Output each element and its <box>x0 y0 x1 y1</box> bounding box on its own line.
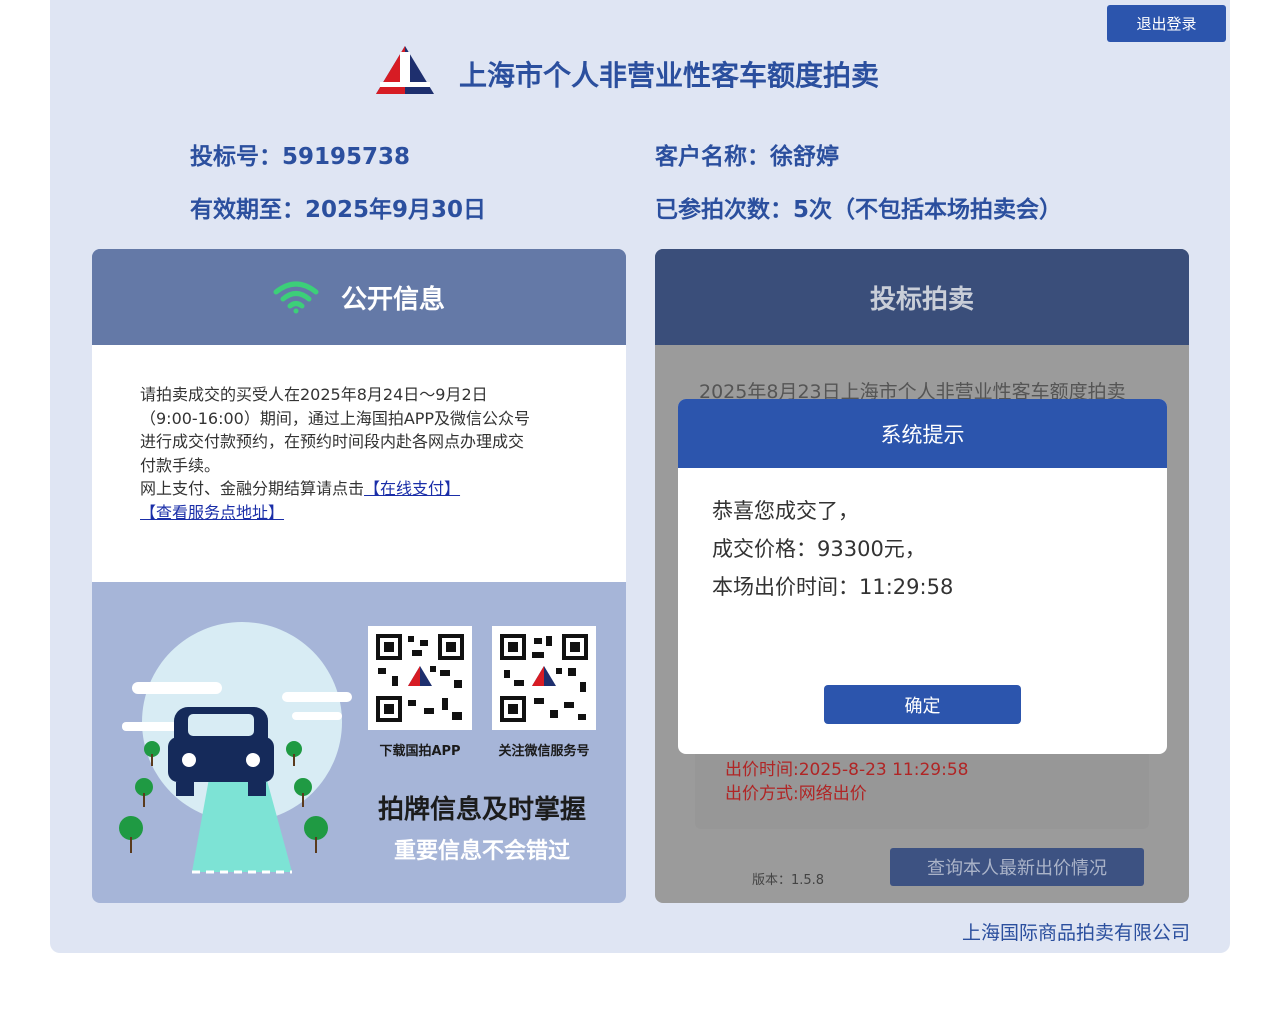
wifi-icon <box>273 281 319 314</box>
query-latest-bid-button[interactable]: 查询本人最新出价情况 <box>890 848 1144 886</box>
valid-until: 有效期至：2025年9月30日 <box>190 197 487 223</box>
system-prompt-dialog: 系统提示 恭喜您成交了， 成交价格：93300元， 本场出价时间：11:29:5… <box>678 399 1167 754</box>
notice-line: （9:00-16:00）期间，通过上海国拍APP及微信公众号 <box>140 408 531 428</box>
notice-line: 请拍卖成交的买受人在2025年8月24日～9月2日 <box>140 385 488 404</box>
bid-number: 投标号：59195738 <box>190 144 411 170</box>
payment-notice: 请拍卖成交的买受人在2025年8月24日～9月2日 （9:00-16:00）期间… <box>140 383 576 524</box>
auction-logo-icon <box>376 46 434 94</box>
confirm-button[interactable]: 确定 <box>824 685 1021 724</box>
bid-time: 出价时间:2025-8-23 11:29:58 <box>725 760 969 780</box>
qr-code-icon <box>368 626 472 730</box>
qr-wechat-label: 关注微信服务号 <box>498 744 590 759</box>
notice-line: 进行成交付款预约，在预约时间段内赴各网点办理成交 <box>140 432 525 451</box>
bidding-title: 投标拍卖 <box>869 284 974 315</box>
payment-prefix: 网上支付、金融分期结算请点击 <box>140 479 365 498</box>
qr-code-icon <box>492 626 596 730</box>
slogan-sub: 重要信息不会错过 <box>393 839 570 864</box>
dialog-deal-price: 成交价格：93300元， <box>712 537 926 561</box>
qr-code-app <box>368 626 472 730</box>
payment-line: 网上支付、金融分期结算请点击【在线支付】 <box>140 477 576 501</box>
notice-line: 付款手续。 <box>140 455 221 475</box>
bid-method: 出价方式:网络出价 <box>725 784 867 804</box>
slogan-main: 拍牌信息及时掌握 <box>377 795 586 825</box>
dialog-congrats: 恭喜您成交了， <box>712 499 859 523</box>
service-address-link[interactable]: 【查看服务点地址】 <box>140 503 284 522</box>
logout-button[interactable]: 退出登录 <box>1107 5 1226 42</box>
company-name: 上海国际商品拍卖有限公司 <box>961 922 1190 944</box>
public-info-title: 公开信息 <box>340 284 445 315</box>
notice-box: 请拍卖成交的买受人在2025年8月24日～9月2日 （9:00-16:00）期间… <box>92 345 626 582</box>
online-pay-link[interactable]: 【在线支付】 <box>364 479 460 498</box>
public-info-panel: 公开信息 请拍卖成交的买受人在2025年8月24日～9月2日 （9:00-16:… <box>92 249 626 903</box>
customer-name: 客户名称：徐舒婷 <box>655 144 839 170</box>
dialog-bid-time: 本场出价时间：11:29:58 <box>712 575 954 599</box>
qr-app-label: 下载国拍APP <box>379 744 461 759</box>
service-line: 【查看服务点地址】 <box>140 501 576 525</box>
dialog-title: 系统提示 <box>678 399 1167 468</box>
public-info-header: 公开信息 <box>92 249 626 345</box>
qr-code-wechat <box>492 626 596 730</box>
bidding-header: 投标拍卖 <box>655 249 1189 345</box>
version-label: 版本：1.5.8 <box>752 873 825 888</box>
auction-attempts: 已参拍次数：5次（不包括本场拍卖会） <box>655 197 1063 223</box>
site-title: 上海市个人非营业性客车额度拍卖 <box>459 59 880 92</box>
